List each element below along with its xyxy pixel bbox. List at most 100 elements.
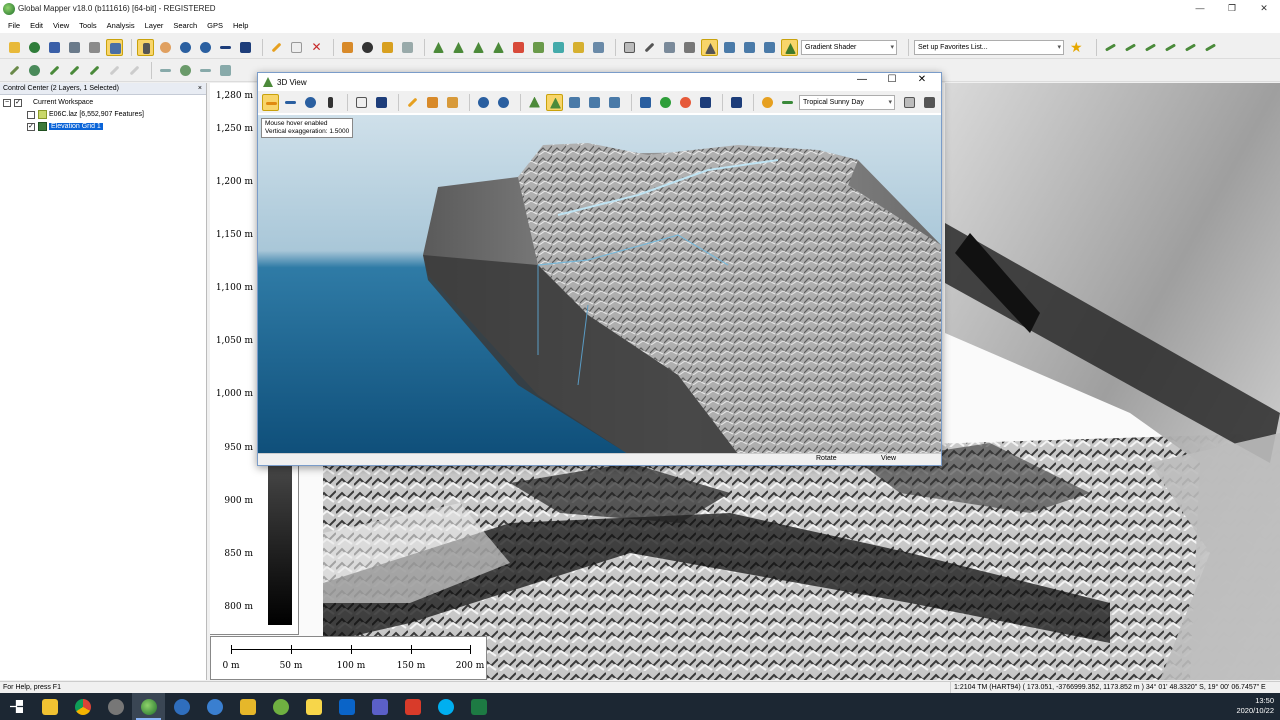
menu-tools[interactable]: Tools [79,21,97,30]
3d-walk-icon[interactable] [322,94,339,111]
scale-icon[interactable] [217,62,234,79]
digitizer-select-icon[interactable] [137,39,154,56]
3d-move-icon[interactable] [282,94,299,111]
3d-record-icon[interactable] [697,94,714,111]
lidar-class-icon[interactable] [741,39,758,56]
excel-icon[interactable] [462,693,495,720]
menu-edit[interactable]: Edit [30,21,43,30]
disabled-tool-icon[interactable] [106,62,123,79]
layer-row[interactable]: ✓ Elevation Grid 1 [27,121,103,132]
3d-minimize-button[interactable]: — [847,74,877,85]
contour-icon[interactable] [530,39,547,56]
3d-stop-icon[interactable] [677,94,694,111]
grid-icon[interactable] [621,39,638,56]
teams-icon[interactable] [363,693,396,720]
3d-tag-icon[interactable] [444,94,461,111]
elevation-legend-icon[interactable] [721,39,738,56]
menu-gps[interactable]: GPS [207,21,223,30]
digitize-edit-icon[interactable] [1162,39,1179,56]
3d-cube-icon[interactable] [353,94,370,111]
terrain-shade-icon[interactable] [490,39,507,56]
digitize-split-icon[interactable] [1202,39,1219,56]
3d-view-titlebar[interactable]: 3D View — ☐ ✕ [258,73,941,91]
view-shed-icon[interactable] [550,39,567,56]
workspace-checkbox[interactable]: ✓ [14,98,22,107]
3d-sun-icon[interactable] [759,94,776,111]
terrain-volume-icon[interactable] [470,39,487,56]
3d-raise-icon[interactable] [546,93,563,111]
sticky-notes-icon[interactable] [297,693,330,720]
menu-help[interactable]: Help [233,21,248,30]
find-icon[interactable] [399,39,416,56]
3d-zoom-icon[interactable] [302,94,319,111]
info-icon[interactable] [359,39,376,56]
minimize-button[interactable]: — [1184,0,1216,17]
3d-close-button[interactable]: ✕ [907,74,937,85]
menu-file[interactable]: File [8,21,20,30]
3d-zoom-out-icon[interactable] [495,94,512,111]
disabled-tool-2-icon[interactable] [126,62,143,79]
close-button[interactable]: ✕ [1248,0,1280,17]
globe-app-icon[interactable] [198,693,231,720]
control-center-close-button[interactable]: × [198,83,202,95]
layer-checkbox[interactable]: ✓ [27,122,35,131]
edit-line-icon[interactable] [66,62,83,79]
wrench-icon[interactable] [86,39,103,56]
restore-button[interactable]: ❐ [1216,0,1248,17]
search-app-icon[interactable] [165,693,198,720]
zoom-out-icon[interactable] [197,39,214,56]
3d-settings-wrench-icon[interactable] [921,94,938,111]
menu-layer[interactable]: Layer [145,21,164,30]
3d-play-icon[interactable] [657,94,674,111]
start-button[interactable] [0,693,33,720]
shader-icon[interactable] [781,39,798,56]
3d-fly-icon[interactable] [637,94,654,111]
terrain-icon[interactable] [430,39,447,56]
3d-zoom-in-icon[interactable] [475,94,492,111]
ruler-icon[interactable] [6,62,23,79]
3d-terrain-render[interactable] [258,115,941,454]
3d-pencil-icon[interactable] [404,94,421,111]
attribute-search-icon[interactable] [379,39,396,56]
vertical-exaggeration-icon[interactable] [761,39,778,56]
gradient-icon[interactable] [510,39,527,56]
pencil-icon[interactable] [268,39,285,56]
qgis-icon[interactable] [264,693,297,720]
menu-search[interactable]: Search [173,21,197,30]
layers-icon[interactable] [106,39,123,56]
global-mapper-taskbar-icon[interactable] [132,693,165,720]
shader-select[interactable]: Gradient Shader [801,40,897,55]
globe-icon[interactable] [26,39,43,56]
3d-view-icon[interactable] [701,39,718,56]
skype-icon[interactable] [429,693,462,720]
layer-row[interactable]: E06C.laz [6,552,907 Features] [27,109,144,120]
3d-home-icon[interactable] [373,94,390,111]
page-icon[interactable] [288,39,305,56]
3d-box-icon[interactable] [681,39,698,56]
digitize-move-icon[interactable] [1182,39,1199,56]
favorites-star-icon[interactable]: ★ [1070,39,1083,56]
layer-order-icon[interactable] [661,39,678,56]
move-cross-icon[interactable] [157,62,174,79]
layer-checkbox[interactable] [27,110,35,119]
map-image-icon[interactable] [570,39,587,56]
sky-select[interactable]: Tropical Sunny Day [799,94,895,110]
magic-wand-icon[interactable] [641,39,658,56]
rotate-icon[interactable] [177,62,194,79]
digitize-line-icon[interactable] [1102,39,1119,56]
workspace-row[interactable]: − ✓ Current Workspace [3,97,93,108]
3d-crosshair-icon[interactable] [779,94,796,111]
security-app-icon[interactable] [396,693,429,720]
3d-pan-icon[interactable] [262,93,279,111]
3d-maximize-button[interactable]: ☐ [877,74,907,85]
add-vertex-icon[interactable] [197,62,214,79]
3d-measure-icon[interactable] [424,94,441,111]
3d-viewport[interactable]: Mouse hover enabled Vertical exaggeratio… [258,115,941,454]
target-icon[interactable] [26,62,43,79]
favorites-select[interactable]: Set up Favorites List... [914,40,1064,55]
menu-analysis[interactable]: Analysis [107,21,135,30]
delete-icon[interactable]: ✕ [308,39,325,56]
digitize-area-icon[interactable] [1122,39,1139,56]
print-icon[interactable] [66,39,83,56]
home-icon[interactable] [237,39,254,56]
